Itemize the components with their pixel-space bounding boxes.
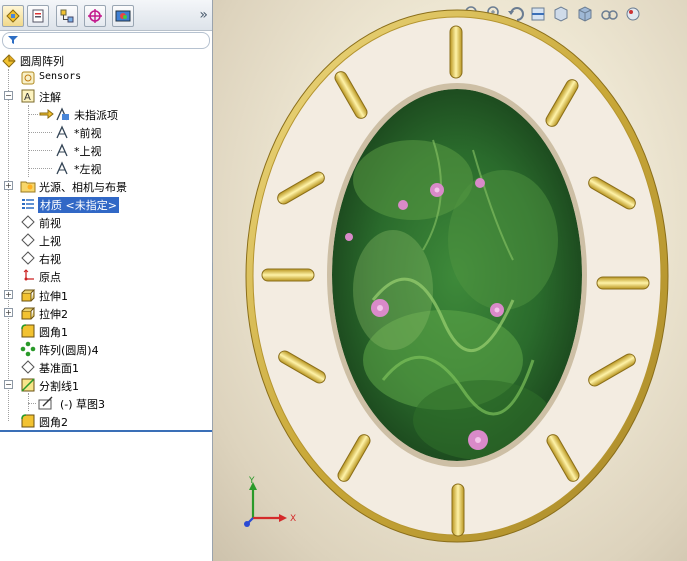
tree-item-label: 未指派项 xyxy=(74,109,118,122)
tree-item-sketch3[interactable]: (-) 草图3 xyxy=(0,394,212,412)
tree-item-label: 圆周阵列 xyxy=(20,55,64,68)
tree-item-split-line[interactable]: − 分割线1 xyxy=(0,376,212,394)
featuremanager-icon xyxy=(6,9,20,23)
dimxpert-icon xyxy=(88,9,102,23)
expand-toggle[interactable]: + xyxy=(4,308,13,317)
tree-item-unassigned[interactable]: 未指派项 xyxy=(0,105,212,123)
tree-item-circular-pattern[interactable]: 阵列(圆周)4 xyxy=(0,340,212,358)
svg-text:A: A xyxy=(24,92,31,103)
tree-item-label: *前视 xyxy=(74,127,102,140)
tree-item-sensors[interactable]: Sensors xyxy=(0,69,212,87)
propertymanager-icon xyxy=(32,9,44,23)
tree-item-label: 上视 xyxy=(39,235,61,248)
more-tabs-button[interactable]: » xyxy=(199,7,208,23)
tree-item-root[interactable]: 圆周阵列 xyxy=(0,51,212,69)
configurationmanager-icon xyxy=(60,9,74,23)
expand-toggle[interactable]: + xyxy=(4,290,13,299)
tree-item-label: 圆角2 xyxy=(39,416,68,429)
filter-icon xyxy=(8,36,18,44)
slot-12[interactable] xyxy=(449,25,463,79)
extrude-icon xyxy=(21,289,36,302)
lights-folder-icon xyxy=(20,181,36,193)
part-icon xyxy=(2,54,16,68)
tree-item-front-plane[interactable]: 前视 xyxy=(0,213,212,231)
expand-toggle[interactable]: + xyxy=(4,181,13,190)
dimxpert-tab[interactable] xyxy=(84,5,106,27)
tree-item-label: 拉伸2 xyxy=(39,308,68,321)
displaymanager-icon xyxy=(115,10,131,22)
tree-item-label: (-) 草图3 xyxy=(60,398,106,411)
tree-item-left-annotation[interactable]: *左视 xyxy=(0,159,212,177)
plane-icon xyxy=(21,360,35,374)
y-axis-label: Y xyxy=(248,476,255,486)
tree-item-label: 注解 xyxy=(39,91,61,104)
tree-item-label: 圆角1 xyxy=(39,326,68,339)
plane-icon xyxy=(21,233,35,247)
tree-item-label: 材质 <未指定> xyxy=(38,197,119,213)
annotations-icon: A xyxy=(21,89,35,103)
tree-item-label: 基准面1 xyxy=(39,362,79,375)
tree-item-material[interactable]: 材质 <未指定> xyxy=(0,195,212,213)
configurationmanager-tab[interactable] xyxy=(56,5,78,27)
tree-item-fillet1[interactable]: 圆角1 xyxy=(0,322,212,340)
tree-item-label: 阵列(圆周)4 xyxy=(39,344,99,357)
tree-item-origin[interactable]: 原点 xyxy=(0,267,212,285)
tree-item-extrude2[interactable]: + 拉伸2 xyxy=(0,304,212,322)
collapse-toggle[interactable]: − xyxy=(4,91,13,100)
rollback-bar[interactable] xyxy=(0,430,212,432)
circular-pattern-icon xyxy=(20,341,36,357)
graphics-viewport[interactable]: Y X xyxy=(213,0,687,561)
x-axis-label: X xyxy=(290,514,296,524)
tree-item-label: 分割线1 xyxy=(39,380,79,393)
sketch-icon xyxy=(38,396,53,410)
tree-item-label: 原点 xyxy=(39,271,61,284)
fillet-icon xyxy=(21,324,35,338)
tree-item-front-annotation[interactable]: *前视 xyxy=(0,123,212,141)
tree-item-lights-cameras[interactable]: + 光源、相机与布景 xyxy=(0,177,212,195)
propertymanager-tab[interactable] xyxy=(27,5,49,27)
tree-item-label: 前视 xyxy=(39,217,61,230)
plane-icon xyxy=(21,215,35,229)
tree-item-top-plane[interactable]: 上视 xyxy=(0,231,212,249)
tree-item-right-plane[interactable]: 右视 xyxy=(0,249,212,267)
fillet-icon xyxy=(21,414,35,428)
tree-item-label: *左视 xyxy=(74,163,102,176)
split-line-icon xyxy=(21,378,35,392)
plane-icon xyxy=(21,251,35,265)
displaymanager-tab[interactable] xyxy=(112,5,134,27)
origin-icon xyxy=(23,269,34,281)
annotation-view-icon xyxy=(56,143,68,157)
slot-3[interactable] xyxy=(596,276,650,290)
reference-triad: Y X xyxy=(244,476,296,527)
sensors-icon xyxy=(21,71,35,85)
tree-item-fillet2[interactable]: 圆角2 xyxy=(0,412,212,430)
collapse-toggle[interactable]: − xyxy=(4,380,13,389)
tree-item-extrude1[interactable]: + 拉伸1 xyxy=(0,286,212,304)
slot-9[interactable] xyxy=(261,268,315,282)
featuremanager-tab[interactable] xyxy=(2,5,24,27)
tree-item-plane1[interactable]: 基准面1 xyxy=(0,358,212,376)
material-icon xyxy=(22,199,34,209)
feature-manager-panel: » 圆周阵列 Sensors − A 注解 未指派项 *前视 *上视 *左视 +… xyxy=(0,0,213,561)
annotation-view-icon xyxy=(56,161,68,175)
tree-item-label: 右视 xyxy=(39,253,61,266)
arrow-right-icon xyxy=(39,108,54,120)
tree-item-label: 拉伸1 xyxy=(39,290,68,303)
tree-item-label: Sensors xyxy=(39,71,82,82)
tree-item-annotations[interactable]: − A 注解 xyxy=(0,87,212,105)
panel-toolbar: » xyxy=(0,0,212,31)
tree-item-label: *上视 xyxy=(74,145,102,158)
slot-6[interactable] xyxy=(451,483,465,537)
tree-item-label: 光源、相机与布景 xyxy=(39,181,127,194)
annotation-view-icon xyxy=(56,107,69,121)
tree-filter-input[interactable] xyxy=(2,32,210,49)
meadow-image-face[interactable] xyxy=(332,89,582,461)
extrude-icon xyxy=(21,307,36,320)
annotation-view-icon xyxy=(56,125,68,139)
tree-item-top-annotation[interactable]: *上视 xyxy=(0,141,212,159)
